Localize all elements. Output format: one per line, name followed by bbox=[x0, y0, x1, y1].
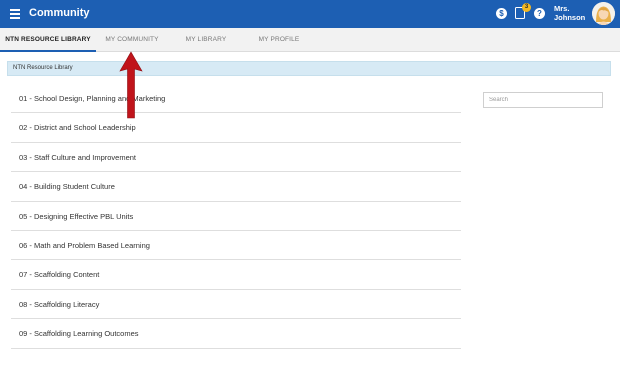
breadcrumb: NTN Resource Library bbox=[7, 61, 611, 76]
list-item[interactable]: 05 - Designing Effective PBL Units bbox=[11, 202, 461, 231]
notification-badge: 3 bbox=[522, 3, 531, 12]
list-item[interactable]: 07 - Scaffolding Content bbox=[11, 260, 461, 290]
annotation-arrow bbox=[119, 51, 143, 119]
avatar[interactable] bbox=[592, 2, 615, 25]
app-title: Community bbox=[29, 7, 90, 19]
search-input[interactable] bbox=[483, 92, 603, 108]
list-item[interactable]: 01 - School Design, Planning and Marketi… bbox=[11, 84, 461, 114]
tab-ntn-resource-library[interactable]: NTN RESOURCE LIBRARY bbox=[0, 28, 96, 52]
tab-bar: NTN RESOURCE LIBRARY MY COMMUNITY MY LIB… bbox=[0, 28, 620, 52]
user-name[interactable]: Mrs. Johnson bbox=[554, 4, 588, 22]
hamburger-menu-icon[interactable] bbox=[10, 9, 20, 19]
tab-my-library[interactable]: MY LIBRARY bbox=[176, 28, 236, 52]
list-item[interactable]: 02 - District and School Leadership bbox=[11, 113, 461, 143]
list-item[interactable]: 04 - Building Student Culture bbox=[11, 172, 461, 202]
user-name-line2: Johnson bbox=[554, 12, 586, 22]
top-app-bar: Community $ 3 ? Mrs. Johnson bbox=[0, 0, 620, 28]
library-list: 01 - School Design, Planning and Marketi… bbox=[11, 84, 461, 349]
list-item[interactable]: 08 - Scaffolding Literacy bbox=[11, 290, 461, 320]
tab-my-profile[interactable]: MY PROFILE bbox=[250, 28, 308, 52]
tab-my-community[interactable]: MY COMMUNITY bbox=[96, 28, 168, 52]
list-item[interactable]: 09 - Scaffolding Learning Outcomes bbox=[11, 319, 461, 349]
list-item[interactable]: 03 - Staff Culture and Improvement bbox=[11, 143, 461, 173]
help-icon[interactable]: ? bbox=[534, 8, 545, 19]
dollar-icon[interactable]: $ bbox=[496, 8, 507, 19]
list-item[interactable]: 06 - Math and Problem Based Learning bbox=[11, 231, 461, 261]
